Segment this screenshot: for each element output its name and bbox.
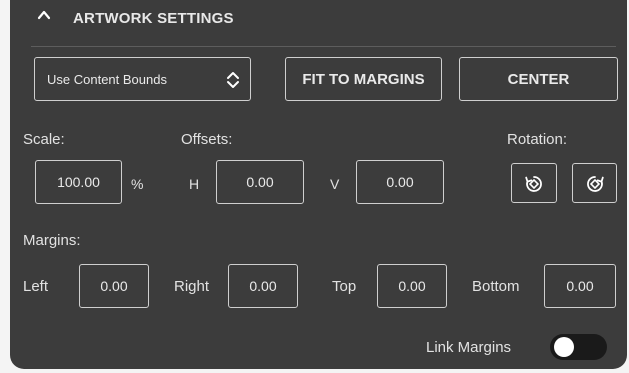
scale-unit: % <box>131 176 144 192</box>
offset-h-label: H <box>189 176 200 192</box>
rotate-clockwise-icon <box>586 176 604 192</box>
bounds-select[interactable]: Use Content Bounds <box>34 57 251 101</box>
link-margins-label: Link Margins <box>426 339 512 356</box>
bounds-select-value: Use Content Bounds <box>47 72 167 87</box>
link-margins-toggle[interactable] <box>550 334 607 360</box>
margin-top-label: Top <box>332 278 357 295</box>
scale-label: Scale: <box>23 131 65 148</box>
offset-v-input[interactable]: 0.00 <box>356 160 444 204</box>
center-button[interactable]: CENTER <box>459 57 618 101</box>
toggle-knob <box>554 337 574 357</box>
margins-label: Margins: <box>23 232 81 249</box>
scale-input[interactable]: 100.00 <box>35 160 122 204</box>
offsets-label: Offsets: <box>181 131 233 148</box>
rotate-counterclockwise-icon <box>525 176 542 192</box>
offset-h-input[interactable]: 0.00 <box>216 160 304 204</box>
fit-to-margins-button[interactable]: FIT TO MARGINS <box>285 57 442 101</box>
offset-v-label: V <box>330 176 340 192</box>
margin-right-input[interactable]: 0.00 <box>228 264 298 308</box>
header-divider <box>31 46 616 47</box>
artwork-settings-panel: ARTWORK SETTINGS Use Content Bounds FIT … <box>10 0 627 369</box>
margin-top-input[interactable]: 0.00 <box>377 264 447 308</box>
margin-bottom-input[interactable]: 0.00 <box>544 264 616 308</box>
rotate-cw-button[interactable] <box>572 163 617 203</box>
up-down-chevron-icon <box>227 72 239 88</box>
margin-left-input[interactable]: 0.00 <box>79 264 149 308</box>
margin-right-label: Right <box>174 278 210 295</box>
panel-title: ARTWORK SETTINGS <box>73 10 234 27</box>
margin-left-label: Left <box>23 278 49 295</box>
rotation-label: Rotation: <box>507 131 568 148</box>
chevron-up-icon[interactable] <box>37 8 51 22</box>
rotate-ccw-button[interactable] <box>511 163 557 203</box>
margin-bottom-label: Bottom <box>472 278 520 295</box>
panel-header[interactable]: ARTWORK SETTINGS <box>10 0 627 40</box>
